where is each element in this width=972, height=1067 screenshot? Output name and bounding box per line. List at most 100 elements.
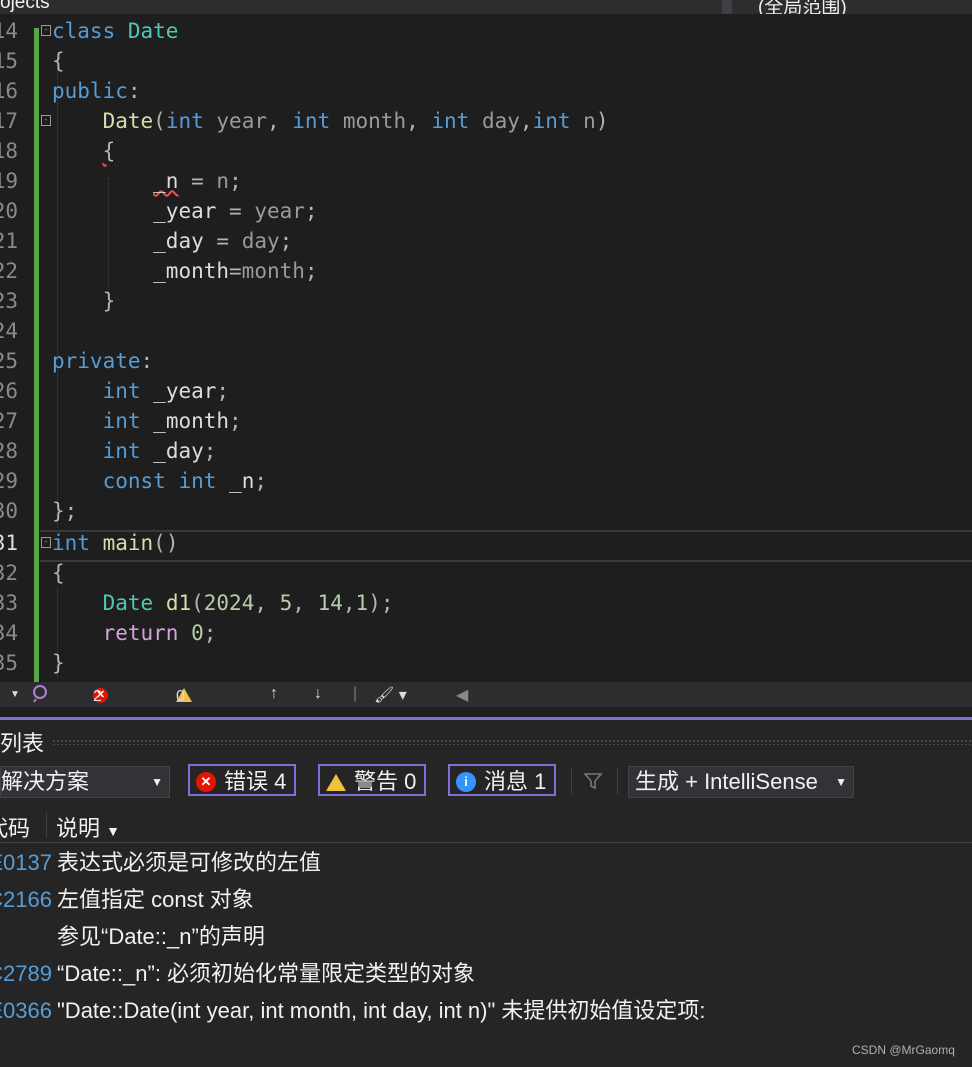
line-number: 28 [0, 439, 18, 463]
code-cleanup-icon[interactable]: 🖌 ▾ [374, 685, 407, 705]
error-code: E0366 [0, 998, 52, 1023]
code-line: 22 _month=month; [0, 256, 972, 286]
sort-dropdown-icon: ▼ [106, 823, 120, 839]
code-line: 17- Date(int year, int month, int day,in… [0, 106, 972, 136]
error-description: "Date::Date(int year, int month, int day… [57, 998, 706, 1023]
line-number: 24 [0, 319, 18, 343]
code-line: 18 { [0, 136, 972, 166]
code-column-header[interactable]: 代码 [0, 811, 30, 843]
error-row[interactable]: C2166 左值指定 const 对象 [0, 882, 972, 918]
description-column-label: 说明 [56, 816, 101, 841]
code-line: 14-class Date [0, 16, 972, 46]
line-number: 26 [0, 379, 18, 403]
line-number: 23 [0, 289, 18, 313]
error-list-toolbar: 解决方案 ▼ ✕ 错误 4 警告 0 i 消息 1 生成 + IntelliSe… [0, 762, 972, 804]
code-line: 21 _day = day; [0, 226, 972, 256]
messages-filter-label: 消息 1 [484, 769, 547, 794]
error-row[interactable]: E0366 "Date::Date(int year, int month, i… [0, 993, 972, 1029]
line-number: 29 [0, 469, 18, 493]
code-line: 32{ [0, 558, 972, 588]
line-number: 31 [0, 531, 18, 555]
error-list-header: 代码 说明 ▼ [0, 808, 972, 843]
code-line: 20 _year = year; [0, 196, 972, 226]
next-issue-button[interactable]: ↓ [314, 685, 322, 703]
code-line: 15{ [0, 46, 972, 76]
scope-select-value: 解决方案 [1, 769, 90, 794]
errors-filter-label: 错误 4 [224, 769, 287, 794]
collapse-icon[interactable]: - [41, 537, 51, 548]
line-number: 34 [0, 621, 18, 645]
build-intellisense-select[interactable]: 生成 + IntelliSense ▼ [628, 766, 854, 798]
errors-filter-button[interactable]: ✕ 错误 4 [188, 764, 297, 796]
code-line: 33 Date d1(2024, 5, 14,1); [0, 588, 972, 618]
warnings-filter-button[interactable]: 警告 0 [318, 764, 427, 796]
separator: | [353, 685, 358, 702]
code-line: 23 } [0, 286, 972, 316]
line-number: 19 [0, 169, 18, 193]
panel-drag-grip[interactable] [52, 739, 972, 745]
top-tab-strip: ojects (全局范围) [0, 0, 972, 14]
watermark: CSDN @MrGaomq [852, 1043, 955, 1057]
project-dropdown[interactable]: ojects [0, 0, 50, 14]
messages-filter-button[interactable]: i 消息 1 [448, 764, 557, 796]
error-description: “Date::_n”: 必须初始化常量限定类型的对象 [57, 961, 476, 986]
filter-icon[interactable] [582, 770, 604, 792]
code-line: 19 _n = n; [0, 166, 972, 196]
dropdown-arrow-box[interactable] [722, 0, 732, 14]
code-line: 35} [0, 648, 972, 678]
error-description: 左值指定 const 对象 [57, 887, 254, 912]
scroll-left-icon[interactable]: ◀ [456, 685, 468, 705]
code-line: 26 int _year; [0, 376, 972, 406]
line-number: 22 [0, 259, 18, 283]
error-row[interactable]: E0137 表达式必须是可修改的左值 [0, 845, 972, 881]
zoom-dropdown-icon[interactable]: ▼ [10, 689, 20, 700]
scope-dropdown[interactable]: (全局范围) [758, 0, 847, 14]
error-description: 表达式必须是可修改的左值 [57, 850, 322, 875]
error-row[interactable]: 参见“Date::_n”的声明 [0, 919, 972, 955]
line-number: 30 [0, 499, 18, 523]
code-line: 34 return 0; [0, 618, 972, 648]
error-icon: ✕ [196, 772, 216, 792]
separator [571, 768, 572, 794]
code-line: 31-int main() [0, 528, 972, 558]
chevron-down-icon: ▼ [835, 775, 847, 789]
code-line: 29 const int _n; [0, 466, 972, 496]
line-number: 35 [0, 651, 18, 675]
scope-select[interactable]: 解决方案 ▼ [0, 766, 170, 798]
error-description: 参见“Date::_n”的声明 [57, 924, 265, 949]
editor-status-bar: ▼ ✕ 2 0 ↑ ↓ | 🖌 ▾ ◀ [0, 682, 972, 707]
line-number: 33 [0, 591, 18, 615]
column-divider[interactable] [46, 812, 47, 838]
warning-icon [326, 774, 346, 791]
line-number: 16 [0, 79, 18, 103]
build-intellisense-value: 生成 + IntelliSense [635, 769, 818, 794]
info-icon: i [456, 772, 476, 792]
code-editor[interactable]: 14-class Date 15{ 16public: 17- Date(int… [0, 14, 972, 682]
line-number: 14 [0, 19, 18, 43]
chevron-down-icon: ▼ [151, 775, 163, 789]
code-line: 16public: [0, 76, 972, 106]
code-line: 25private: [0, 346, 972, 376]
collapse-icon[interactable]: - [41, 25, 51, 36]
collapse-icon[interactable]: - [41, 115, 51, 126]
line-number: 20 [0, 199, 18, 223]
line-number: 25 [0, 349, 18, 373]
error-code: E0137 [0, 850, 52, 875]
intellicode-icon[interactable] [30, 683, 50, 708]
error-list-panel: 列表 解决方案 ▼ ✕ 错误 4 警告 0 i 消息 1 生成 + Intell… [0, 720, 972, 1067]
code-line: 30}; [0, 496, 972, 526]
warning-count-value: 0 [176, 688, 185, 705]
previous-issue-button[interactable]: ↑ [270, 685, 278, 703]
line-number: 18 [0, 139, 18, 163]
code-line: 24 [0, 316, 972, 346]
code-line: 28 int _day; [0, 436, 972, 466]
error-code: C2166 [0, 887, 52, 912]
description-column-header[interactable]: 说明 ▼ [56, 811, 120, 843]
line-number: 27 [0, 409, 18, 433]
error-code: C2789 [0, 961, 52, 986]
line-number: 17 [0, 109, 18, 133]
code-line: 27 int _month; [0, 406, 972, 436]
warnings-filter-label: 警告 0 [354, 769, 417, 794]
error-row[interactable]: C2789 “Date::_n”: 必须初始化常量限定类型的对象 [0, 956, 972, 992]
line-number: 21 [0, 229, 18, 253]
